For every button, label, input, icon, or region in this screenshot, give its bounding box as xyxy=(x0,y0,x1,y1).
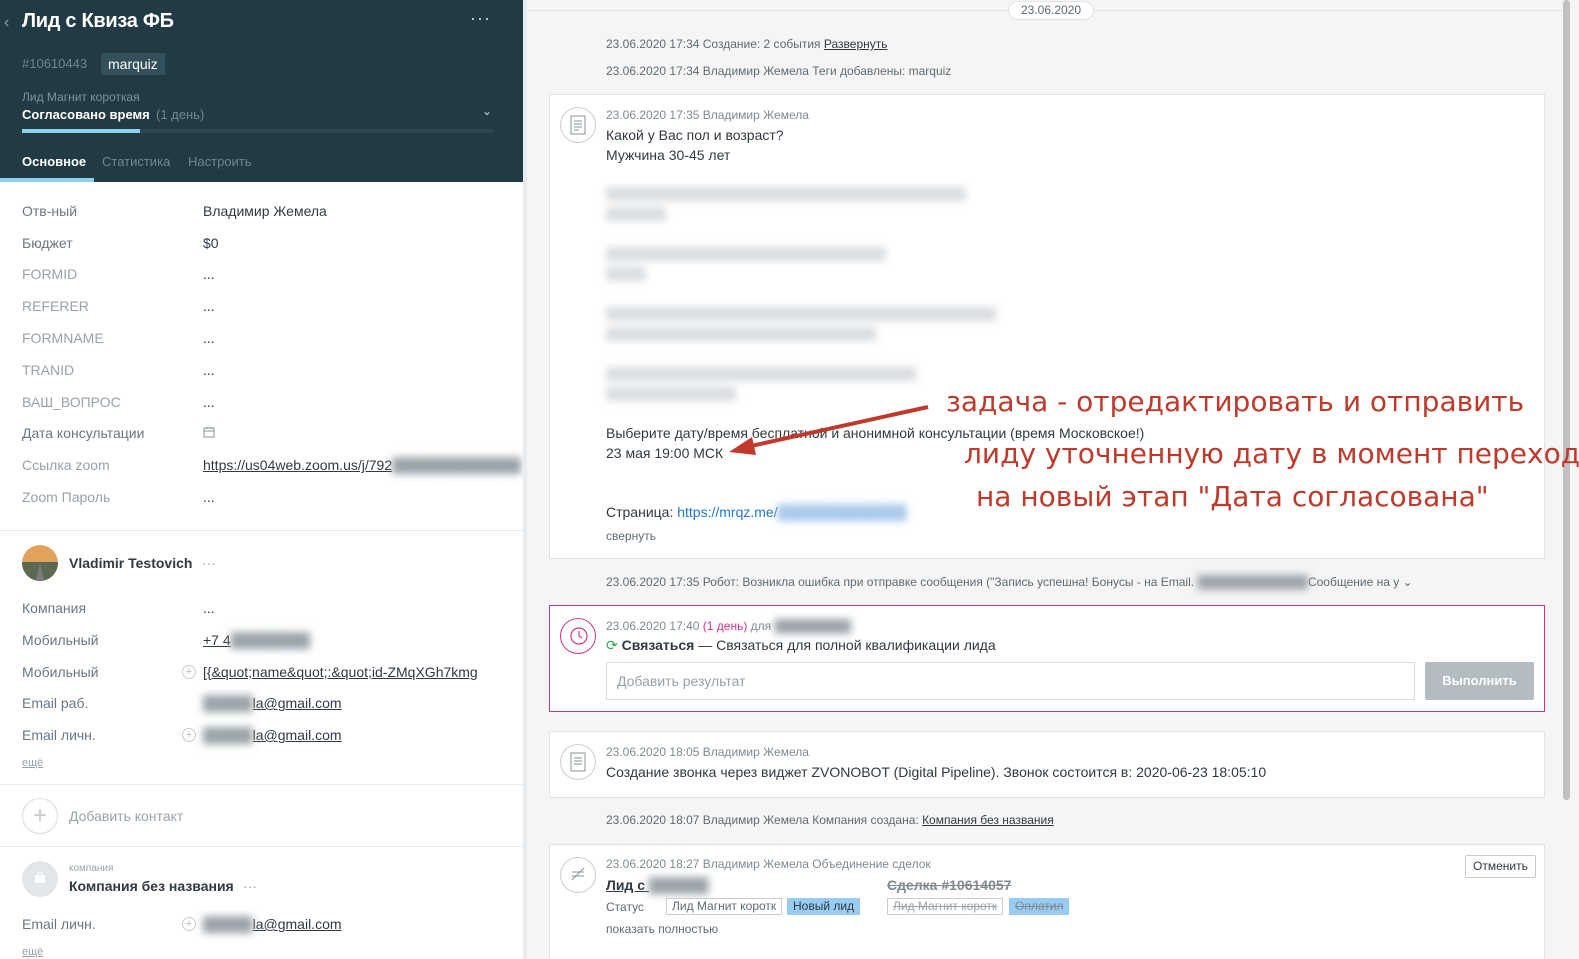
annotation-text-line-2: лиду уточненную дату в момент перехода xyxy=(964,437,1579,470)
annotation-text-line-3: на новый этап "Дата согласована" xyxy=(976,480,1489,513)
annotation-text-line-1: задача - отредактировать и отправить xyxy=(946,385,1525,418)
